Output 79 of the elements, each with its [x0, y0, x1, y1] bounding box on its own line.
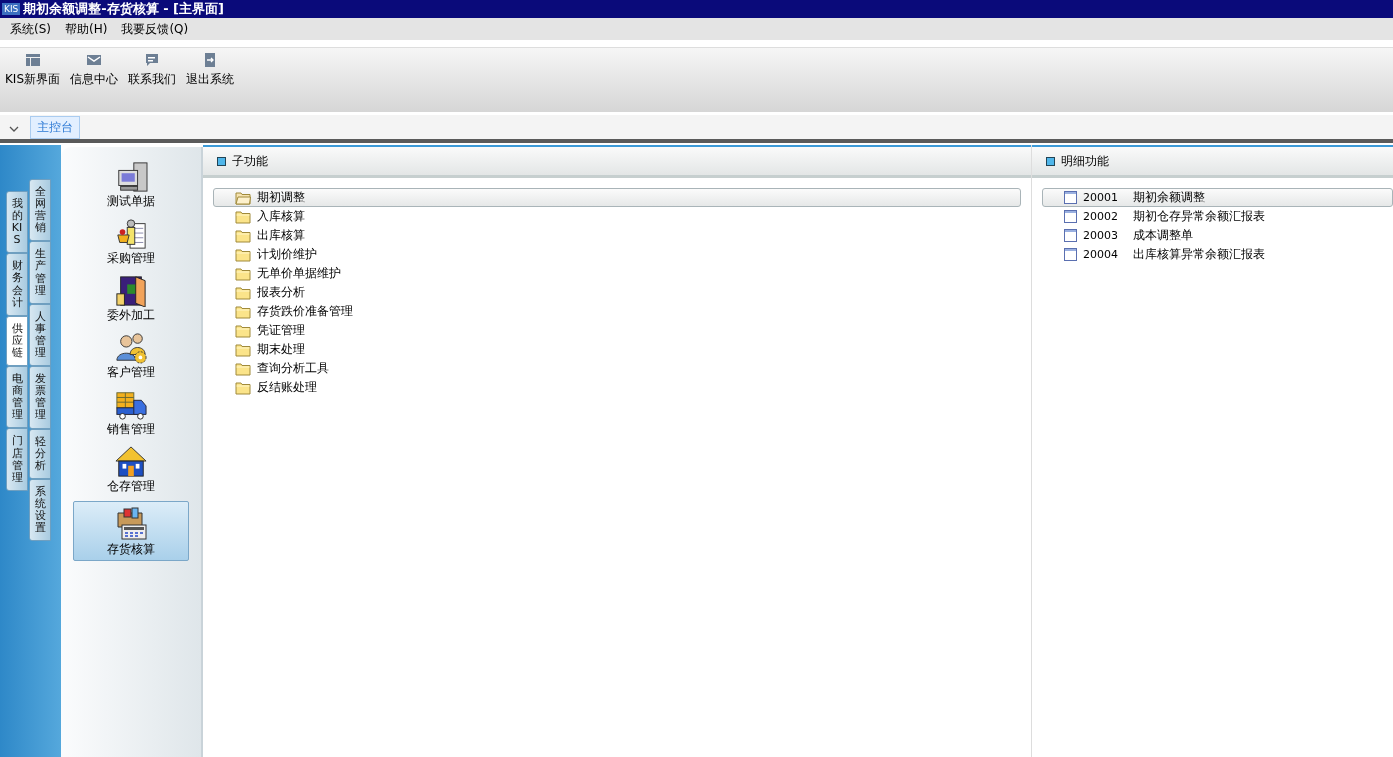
function-item[interactable]: 20001 期初余额调整 — [1042, 188, 1393, 207]
tree-item[interactable]: 计划价维护 — [213, 245, 1021, 264]
side-tab[interactable]: 人事管理 — [29, 303, 51, 367]
module-button[interactable]: 委外加工 — [73, 273, 189, 327]
tree-item[interactable]: 凭证管理 — [213, 321, 1021, 340]
toolbar-icon — [144, 52, 161, 68]
folder-icon — [235, 209, 251, 224]
square-icon — [1046, 156, 1055, 166]
tree-item[interactable]: 无单价单据维护 — [213, 264, 1021, 283]
shopper-icon — [114, 218, 148, 250]
open-folder-icon — [235, 190, 251, 205]
function-code: 20002 — [1083, 210, 1119, 223]
toolbar-button[interactable]: KIS新界面 — [5, 52, 61, 88]
function-item[interactable]: 20002 期初仓存异常余额汇报表 — [1042, 207, 1393, 226]
function-item[interactable]: 20004 出库核算异常余额汇报表 — [1042, 245, 1393, 264]
truck-icon — [114, 389, 148, 421]
function-name: 成本调整单 — [1133, 227, 1193, 244]
folder-icon — [235, 247, 251, 262]
tree-item[interactable]: 出库核算 — [213, 226, 1021, 245]
function-name: 期初仓存异常余额汇报表 — [1133, 208, 1265, 225]
side-tab[interactable]: 系统设置 — [29, 478, 51, 542]
side-tab[interactable]: 全网营销 — [29, 179, 51, 242]
house-icon — [114, 446, 148, 478]
function-name: 期初余额调整 — [1133, 189, 1205, 206]
tree-item[interactable]: 期末处理 — [213, 340, 1021, 359]
module-button[interactable]: 销售管理 — [73, 387, 189, 441]
function-code: 20003 — [1083, 229, 1119, 242]
side-tab[interactable]: 门店管理 — [6, 428, 28, 491]
module-button[interactable]: 客户管理 — [73, 330, 189, 384]
toolbar-icon — [86, 52, 103, 68]
menu-item[interactable]: 我要反馈(Q) — [121, 20, 189, 38]
side-tab[interactable]: 我的KIS — [6, 191, 28, 254]
side-tab[interactable]: 财务会计 — [6, 253, 28, 316]
panel-title: 子功能 — [232, 152, 268, 170]
menu-item[interactable]: 帮助(H) — [65, 20, 108, 38]
door-icon — [114, 275, 148, 307]
tree-item[interactable]: 存货跌价准备管理 — [213, 302, 1021, 321]
tab[interactable]: 主控台 — [30, 116, 80, 139]
folder-icon — [235, 323, 251, 338]
toolbar-button[interactable]: 联系我们 — [128, 52, 177, 88]
toolbar-button[interactable]: 退出系统 — [186, 52, 235, 88]
panel-title: 明细功能 — [1061, 152, 1109, 170]
document-icon — [1064, 191, 1077, 204]
users-gear-icon — [114, 332, 148, 364]
function-item[interactable]: 20003 成本调整单 — [1042, 226, 1393, 245]
menu-item[interactable]: 系统(S) — [10, 20, 51, 38]
document-icon — [1064, 229, 1077, 242]
module-button[interactable]: 存货核算 — [73, 501, 189, 561]
side-tab[interactable]: 电商管理 — [6, 366, 28, 429]
function-code: 20004 — [1083, 248, 1119, 261]
toolbar-button[interactable]: 信息中心 — [70, 52, 119, 88]
folder-icon — [235, 342, 251, 357]
app-logo: KIS — [2, 3, 21, 15]
folder-icon — [235, 266, 251, 281]
toolbar-icon — [24, 52, 41, 68]
tree-item[interactable]: 报表分析 — [213, 283, 1021, 302]
window-title: 期初余额调整-存货核算 - [主界面] — [23, 0, 224, 18]
folder-icon — [235, 361, 251, 376]
function-code: 20001 — [1083, 191, 1119, 204]
side-tab[interactable]: 生产管理 — [29, 241, 51, 304]
module-button[interactable]: 采购管理 — [73, 216, 189, 270]
document-icon — [1064, 210, 1077, 223]
function-name: 出库核算异常余额汇报表 — [1133, 246, 1265, 263]
tree-item[interactable]: 入库核算 — [213, 207, 1021, 226]
folder-icon — [235, 285, 251, 300]
tree-item[interactable]: 反结账处理 — [213, 378, 1021, 397]
folder-icon — [235, 304, 251, 319]
tree-item[interactable]: 查询分析工具 — [213, 359, 1021, 378]
document-icon — [1064, 248, 1077, 261]
module-button[interactable]: 仓存管理 — [73, 444, 189, 498]
folder-icon — [235, 380, 251, 395]
calculator-box-icon — [114, 507, 148, 541]
side-tab[interactable]: 供应链 — [6, 315, 28, 367]
square-icon — [217, 156, 226, 166]
side-tab[interactable]: 发票管理 — [29, 366, 51, 429]
folder-icon — [235, 228, 251, 243]
tree-item[interactable]: 期初调整 — [213, 188, 1021, 207]
module-button[interactable]: 测试单据 — [73, 159, 189, 213]
side-tab[interactable]: 轻分析 — [29, 428, 51, 479]
